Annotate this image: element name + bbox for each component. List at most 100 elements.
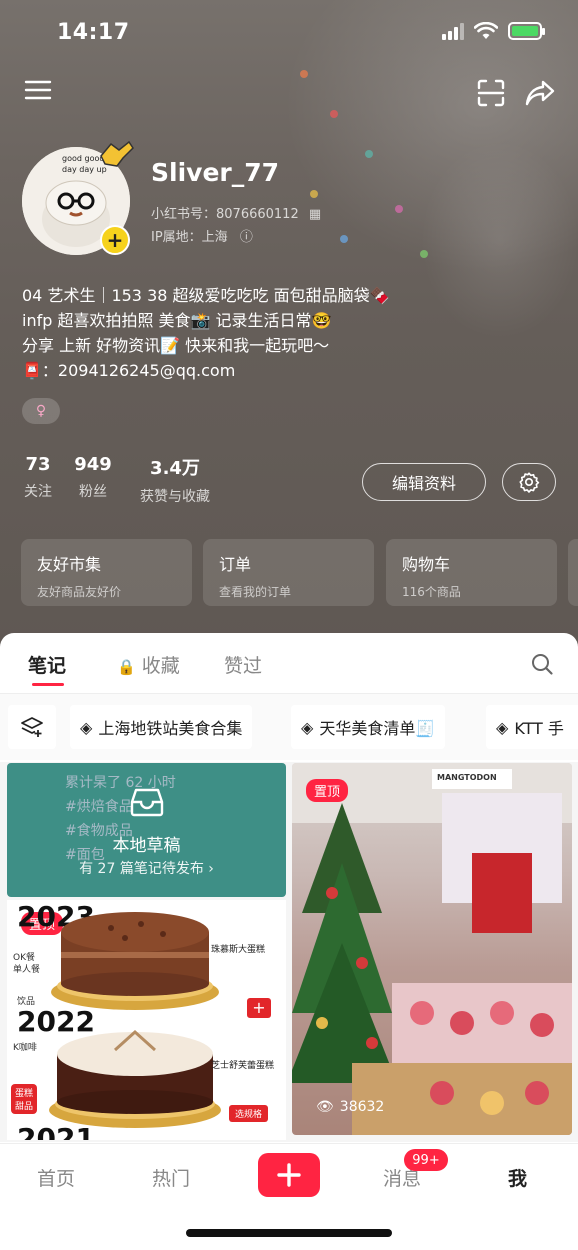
bio-line: 📮：2094126245@qq.com — [22, 361, 236, 380]
stat-label: 关注 — [24, 484, 52, 500]
qr-code-icon[interactable]: ▦ — [309, 207, 321, 222]
decor-dot — [330, 110, 338, 118]
card-subtitle: 友好商品友好价 — [37, 585, 122, 599]
decor-dot — [310, 190, 318, 198]
layers-icon: ◈ — [301, 717, 314, 737]
local-drafts-card[interactable]: 累计杲了 62 小时 #烘焙食品 #食物成品 #面包 本地草稿 有 27 篇笔记… — [7, 763, 286, 897]
edit-profile-button[interactable]: 编辑资料 — [362, 463, 486, 501]
cellular-signal-icon — [442, 22, 464, 40]
collection-label: KTT 手 — [514, 719, 564, 738]
christmas-shop-image — [292, 763, 572, 1135]
username: Sliver_77 — [151, 158, 280, 187]
plus-icon — [277, 1163, 301, 1187]
stat-value: 73 — [25, 454, 51, 475]
shop-sign: MANGTODON — [437, 773, 497, 782]
search-icon[interactable] — [530, 652, 554, 676]
nav-hot[interactable]: 热门 — [152, 1164, 190, 1191]
bio-line: 分享 上新 好物资讯📝 快来和我一起玩吧～ — [22, 336, 330, 355]
home-indicator — [186, 1229, 392, 1237]
collection-chip[interactable]: ◈ 上海地铁站美食合集 — [70, 705, 253, 749]
tab-notes[interactable]: 笔记 — [28, 651, 66, 678]
decor-dot — [300, 70, 308, 78]
add-item-button[interactable]: + — [247, 998, 271, 1018]
decor-dot — [340, 235, 348, 243]
card-title: 订单 — [219, 555, 252, 574]
background-chair-shape — [420, 140, 578, 340]
item-label: 珠慕斯大蛋糕 — [211, 945, 266, 955]
red-id-text: 小红书号：8076660112 — [151, 207, 299, 222]
ip-location: IP属地：上海 ⓘ — [151, 226, 253, 245]
tab-liked[interactable]: 赞过 — [224, 651, 262, 678]
nav-home[interactable]: 首页 — [37, 1164, 75, 1191]
side-label: 单人餐 — [13, 965, 41, 975]
card-more[interactable] — [568, 539, 578, 606]
side-label: 蛋糕 甜品 — [11, 1084, 37, 1114]
lock-icon: 🔒 — [117, 658, 136, 676]
stat-value: 3.4万 — [150, 458, 200, 479]
side-label: 饮品 — [17, 997, 36, 1007]
new-collection-button[interactable] — [8, 705, 56, 749]
collection-chip[interactable]: ◈ KTT 手 — [486, 705, 578, 749]
drafts-subtitle: 有 27 篇笔记待发布 › — [79, 861, 214, 877]
bio-line: 04 艺术生｜153 38 超级爱吃吃吃 面包甜品脑袋🍫 — [22, 286, 390, 305]
active-tab-indicator — [32, 683, 64, 686]
mousse-cake-image — [49, 1029, 221, 1128]
layers-plus-icon — [21, 717, 43, 737]
card-subtitle: 116个商品 — [402, 585, 461, 599]
red-id[interactable]: 小红书号：8076660112 ▦ — [151, 203, 321, 222]
notes-feed: 累计杲了 62 小时 #烘焙食品 #食物成品 #面包 本地草稿 有 27 篇笔记… — [0, 762, 578, 1142]
side-label: K咖啡 — [13, 1043, 37, 1053]
pinned-badge: 置顶 — [306, 779, 349, 802]
tab-label: 收藏 — [141, 655, 180, 677]
collection-label: 上海地铁站美食合集 — [98, 719, 243, 738]
stat-label: 粉丝 — [79, 484, 107, 500]
decor-dot — [365, 150, 373, 158]
card-cart[interactable]: 购物车 116个商品 — [386, 539, 557, 606]
card-subtitle: 查看我的订单 — [219, 585, 292, 599]
share-icon[interactable] — [524, 79, 556, 107]
item-label: 芝士舒芙蕾蛋糕 — [211, 1061, 275, 1071]
tab-collections[interactable]: 🔒 收藏 — [117, 651, 180, 678]
settings-button[interactable] — [502, 463, 556, 501]
stat-following[interactable]: 73 关注 — [22, 454, 54, 501]
create-post-button[interactable] — [258, 1153, 320, 1197]
collection-strip: ◈ 上海地铁站美食合集 ◈ 天华美食清单🧾 ◈ KTT 手 — [0, 694, 578, 760]
stat-label: 获赞与收藏 — [140, 489, 210, 505]
info-icon[interactable]: ⓘ — [240, 230, 253, 245]
gear-icon — [519, 472, 540, 493]
status-icons — [442, 22, 545, 40]
layers-icon: ◈ — [496, 717, 509, 737]
tab-bar: 笔记 🔒 收藏 赞过 — [0, 633, 578, 693]
profile-page: 14:17 good good day day up + Sliver_77 小… — [0, 0, 578, 1250]
scan-icon[interactable] — [476, 78, 506, 108]
bio-line: infp 超喜欢拍拍照 美食📸 记录生活日常🤓 — [22, 311, 332, 330]
card-friendly-market[interactable]: 友好市集 友好商品友好价 — [21, 539, 192, 606]
battery-icon — [508, 22, 545, 40]
card-title: 友好市集 — [37, 555, 102, 574]
view-count-value: 38632 — [339, 1099, 385, 1115]
decor-dot — [420, 250, 428, 258]
decor-dot — [395, 205, 403, 213]
add-avatar-button[interactable]: + — [100, 225, 130, 255]
card-title: 购物车 — [402, 555, 451, 574]
select-option-button[interactable]: 选规格 — [229, 1105, 269, 1122]
note-card-cakes[interactable]: 置顶 2023 2022 2021 OK餐 单人餐 饮品 K咖啡 蛋糕 甜品 珠… — [7, 900, 286, 1140]
card-orders[interactable]: 订单 查看我的订单 — [203, 539, 374, 606]
nav-me[interactable]: 我 — [508, 1164, 527, 1191]
message-count-badge: 99+ — [404, 1149, 448, 1171]
sticker-hand-icon — [100, 140, 134, 167]
stat-followers[interactable]: 949 粉丝 — [74, 454, 112, 501]
collection-chip[interactable]: ◈ 天华美食清单🧾 — [291, 705, 446, 749]
wifi-icon — [474, 22, 498, 39]
inbox-icon — [130, 788, 164, 817]
stat-likes-collects[interactable]: 3.4万 获赞与收藏 — [134, 454, 216, 506]
drafts-title: 本地草稿 — [112, 836, 181, 856]
view-count: 👁 38632 — [316, 1099, 384, 1115]
bio: 04 艺术生｜153 38 超级爱吃吃吃 面包甜品脑袋🍫 infp 超喜欢拍拍照… — [22, 283, 390, 383]
status-time: 14:17 — [57, 20, 130, 45]
note-card-christmas[interactable]: MANGTODON 置顶 👁 38632 — [292, 763, 572, 1135]
menu-icon[interactable] — [24, 78, 52, 102]
chocolate-cake-image — [51, 912, 219, 1010]
ip-location-text: IP属地：上海 — [151, 230, 228, 245]
stat-value: 949 — [74, 454, 112, 475]
